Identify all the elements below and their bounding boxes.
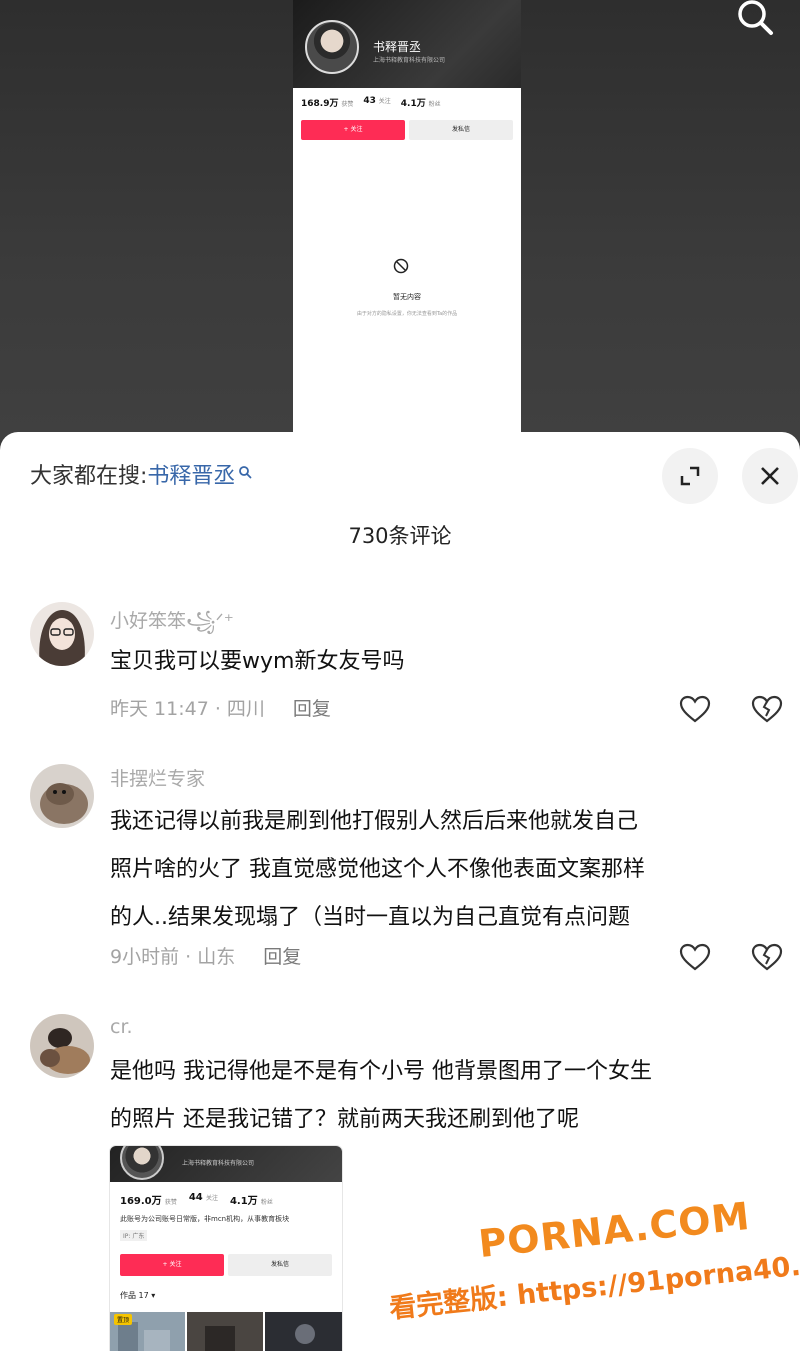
- stat-following: 43 关注: [363, 96, 391, 106]
- comment-image-works-tab: 作品 17 ▾: [120, 1291, 156, 1300]
- expand-button[interactable]: [662, 448, 718, 504]
- empty-title: 暂无内容: [393, 293, 421, 301]
- search-icon: [238, 460, 252, 479]
- comment-text: 宝贝我可以要wym新女友号吗: [110, 638, 404, 686]
- comment-username[interactable]: 非摆烂专家: [110, 764, 205, 791]
- comment-image-header: 上海书释教育科技有限公司: [110, 1146, 342, 1182]
- comment-line: 是他吗 我记得他是不是有个小号 他背景图用了一个女生: [110, 1059, 652, 1084]
- embedded-message-button: 发私信: [409, 120, 513, 140]
- stat-followers: 4.1万 粉丝: [400, 99, 441, 109]
- reply-button[interactable]: 回复: [293, 698, 331, 720]
- stat-likes: 169.0万 获赞: [120, 1196, 177, 1207]
- expand-icon: [680, 466, 700, 486]
- like-icon[interactable]: [678, 942, 712, 972]
- comment-count: 730条评论: [348, 524, 452, 548]
- comment-meta: 昨天 11:47 · 四川 回复: [110, 694, 331, 721]
- empty-subtitle: 由于对方的隐私设置，你无法查看到Ta的作品: [356, 311, 458, 317]
- comment-line: 的照片 还是我记错了？就前两天我还刷到他了呢: [110, 1107, 579, 1132]
- comment-image-thumbnails: [110, 1312, 342, 1351]
- comment-image[interactable]: 上海书释教育科技有限公司 169.0万 获赞 44 关注 4.1万 粉丝 此账号…: [110, 1146, 342, 1351]
- dislike-icon[interactable]: [750, 694, 784, 724]
- comment-username[interactable]: cr.: [110, 1016, 133, 1038]
- comment-line: 的人..结果发现塌了（当时一直以为自己直觉有点问题: [110, 905, 630, 930]
- embedded-profile-screenshot: 书释晋丞 上海书释教育科技有限公司 168.9万 获赞 43 关注 4.1万 粉…: [293, 0, 521, 440]
- trending-search-keyword[interactable]: 书释晋丞: [147, 458, 235, 490]
- comment-image-message-button: 发私信: [228, 1254, 332, 1276]
- embedded-avatar: [305, 20, 359, 74]
- dislike-icon[interactable]: [750, 942, 784, 972]
- comment-meta: 9小时前 · 山东 回复: [110, 942, 301, 969]
- embedded-profile-stats: 168.9万 获赞 43 关注 4.1万 粉丝: [301, 96, 441, 109]
- no-content-icon: [391, 256, 411, 276]
- like-icon[interactable]: [678, 694, 712, 724]
- comment-line: 照片啥的火了 我直觉感觉他这个人不像他表面文案那样: [110, 857, 645, 882]
- close-icon: [761, 467, 779, 485]
- comment-text: 我还记得以前我是刷到他打假别人然后后来他就发自己 照片啥的火了 我直觉感觉他这个…: [110, 798, 645, 942]
- comment-image-avatar: [120, 1146, 164, 1180]
- reply-button[interactable]: 回复: [263, 946, 301, 968]
- comment-time-location: 昨天 11:47 · 四川: [110, 698, 265, 720]
- comment-image-location: IP: 广东: [120, 1230, 148, 1241]
- comment-image-bio: 此账号为公司账号日常版，非mcn机构，从事教育板块: [120, 1215, 290, 1223]
- comment-line: 宝贝我可以要wym新女友号吗: [110, 649, 405, 674]
- trending-search-prefix: 大家都在搜:: [30, 464, 148, 489]
- comment-line: 我还记得以前我是刷到他打假别人然后后来他就发自己: [110, 809, 639, 834]
- avatar[interactable]: [30, 764, 94, 828]
- embedded-profile-name: 书释晋丞: [373, 40, 422, 54]
- comment-image-pinned-badge: 置顶: [114, 1314, 133, 1325]
- comment-text: 是他吗 我记得他是不是有个小号 他背景图用了一个女生 的照片 还是我记错了？就前…: [110, 1048, 652, 1144]
- embedded-profile-header: 书释晋丞 上海书释教育科技有限公司: [293, 0, 521, 88]
- embedded-profile-company: 上海书释教育科技有限公司: [373, 57, 446, 64]
- comment-image-stats: 169.0万 获赞 44 关注 4.1万 粉丝: [120, 1192, 273, 1207]
- search-icon[interactable]: [734, 0, 778, 40]
- comment-time-location: 9小时前 · 山东: [110, 946, 236, 968]
- video-background: 书释晋丞 上海书释教育科技有限公司 168.9万 获赞 43 关注 4.1万 粉…: [0, 0, 800, 440]
- embedded-follow-button: + 关注: [301, 120, 405, 140]
- stat-likes: 168.9万 获赞: [301, 99, 354, 109]
- trending-search[interactable]: 大家都在搜: 书释晋丞: [30, 458, 252, 490]
- comment-image-follow-button: + 关注: [120, 1254, 224, 1276]
- stat-followers: 4.1万 粉丝: [229, 1196, 273, 1207]
- avatar[interactable]: [30, 1014, 94, 1078]
- avatar[interactable]: [30, 602, 94, 666]
- close-button[interactable]: [742, 448, 798, 504]
- stat-following: 44 关注: [188, 1192, 218, 1203]
- comment-image-company: 上海书释教育科技有限公司: [182, 1160, 255, 1167]
